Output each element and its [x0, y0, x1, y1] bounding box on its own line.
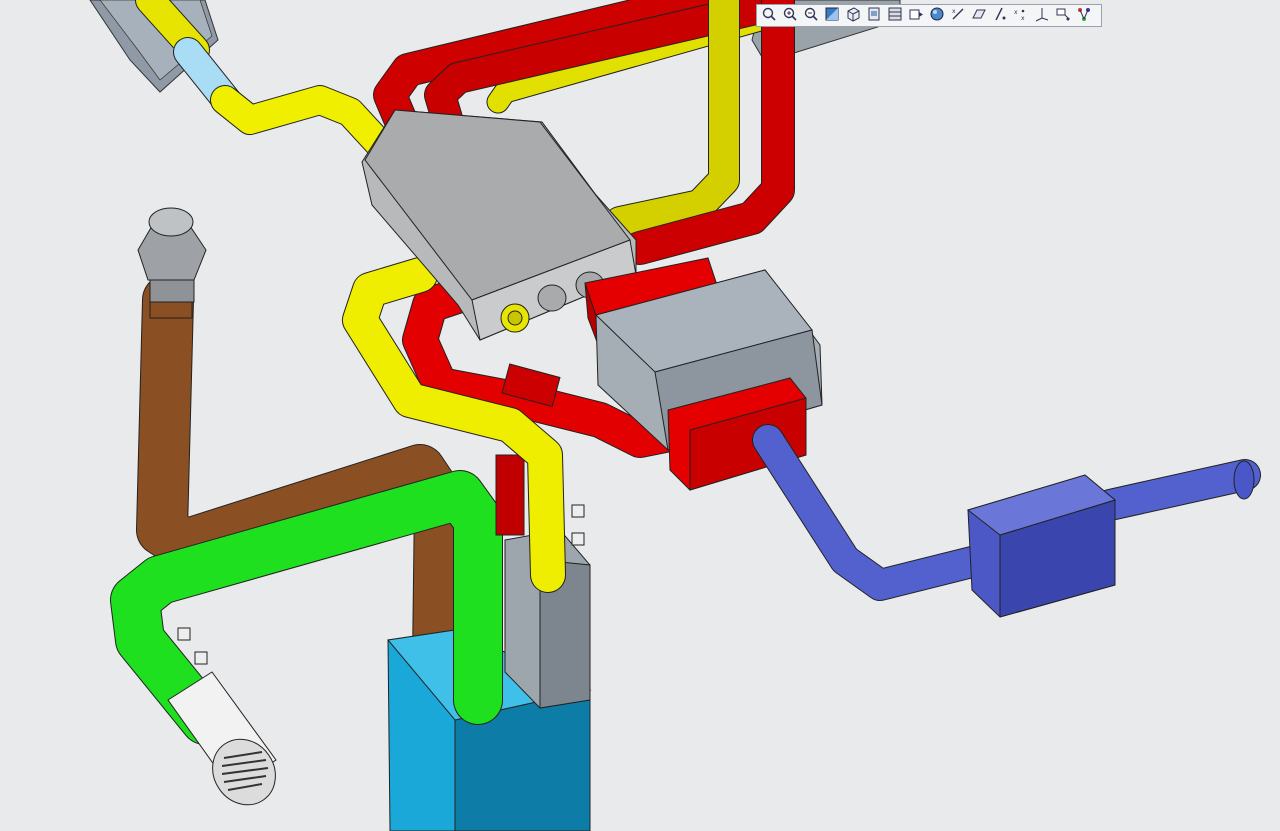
display-style-icon [908, 6, 924, 26]
view-orientation-button[interactable] [843, 6, 863, 26]
zoom-in-button[interactable] [780, 6, 800, 26]
view-toolbar: xxx [756, 4, 1102, 27]
csys-display-button[interactable] [1032, 6, 1052, 26]
plane-display-button[interactable] [969, 6, 989, 26]
shading-button[interactable] [822, 6, 842, 26]
spin-center-button[interactable] [1074, 6, 1094, 26]
zoom-fit-icon [761, 6, 777, 26]
layers-button[interactable] [885, 6, 905, 26]
zoom-in-icon [782, 6, 798, 26]
outdoor-pipe-end [1233, 460, 1255, 500]
annotation-display-button[interactable] [1053, 6, 1073, 26]
datum-display-button[interactable]: x [948, 6, 968, 26]
air-intake-grille [167, 627, 277, 806]
svg-text:x: x [1021, 15, 1025, 22]
zoom-out-icon [803, 6, 819, 26]
zoom-out-button[interactable] [801, 6, 821, 26]
pipe-clamp [571, 504, 585, 518]
axis-display-icon [992, 6, 1008, 26]
axis-display-button[interactable] [990, 6, 1010, 26]
silencer-box [966, 474, 1117, 618]
view-orientation-icon [845, 6, 861, 26]
supply-drop [495, 454, 525, 536]
zoom-fit-button[interactable] [759, 6, 779, 26]
annotation-display-icon [1055, 6, 1071, 26]
point-display-icon: xx [1013, 6, 1029, 26]
svg-text:x: x [1014, 9, 1018, 16]
supply-pipes-top [373, 0, 776, 145]
csys-display-icon [1034, 6, 1050, 26]
datum-display-icon: x [950, 6, 966, 26]
display-style-button[interactable] [906, 6, 926, 26]
saved-views-button[interactable] [864, 6, 884, 26]
shading-icon [824, 6, 840, 26]
svg-text:x: x [952, 8, 956, 15]
appearance-icon [929, 6, 945, 26]
3d-model-viewport[interactable] [0, 0, 1280, 831]
plane-display-icon [971, 6, 987, 26]
layers-icon [887, 6, 903, 26]
exhaust-pipe-left [135, 0, 400, 165]
spin-center-icon [1076, 6, 1092, 26]
appearance-button[interactable] [927, 6, 947, 26]
saved-views-icon [866, 6, 882, 26]
pipe-clamp [571, 532, 585, 546]
point-display-button[interactable]: xx [1011, 6, 1031, 26]
